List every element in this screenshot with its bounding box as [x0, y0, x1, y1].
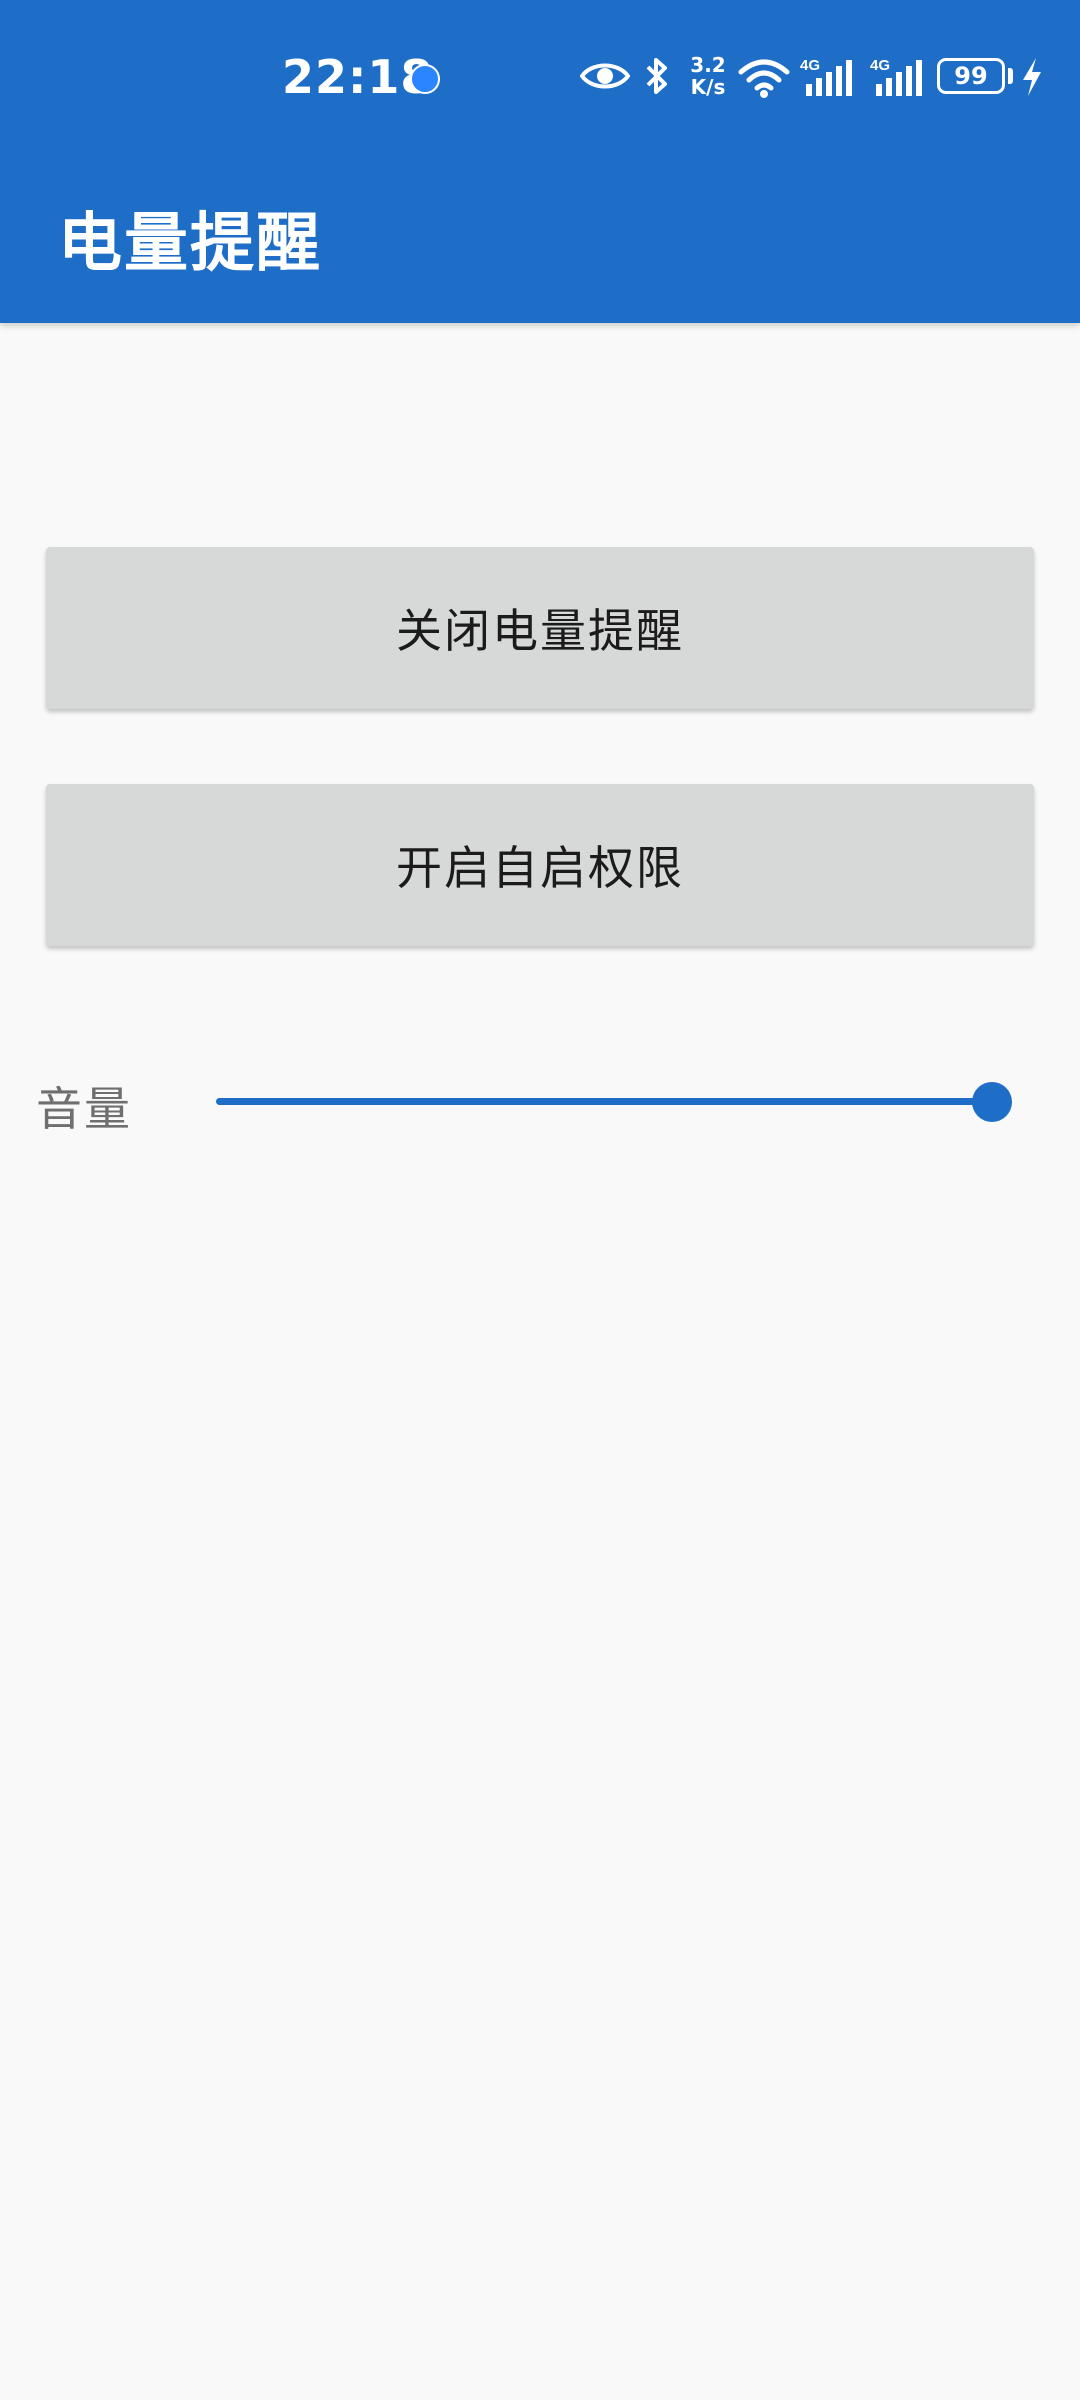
volume-slider[interactable]	[216, 1072, 1012, 1132]
network-speed-unit: K/s	[690, 75, 726, 99]
battery-icon: 99	[937, 58, 1005, 94]
page-title: 电量提醒	[58, 207, 322, 281]
charging-icon	[1023, 58, 1041, 96]
notification-bolt-icon	[410, 64, 440, 94]
eye-icon	[580, 63, 630, 89]
network-speed: 3.2 K/s	[686, 54, 730, 98]
disable-battery-reminder-button[interactable]: 关闭电量提醒	[46, 547, 1034, 709]
battery-level: 99	[954, 62, 988, 90]
signal-icon: 4G	[800, 57, 852, 96]
status-bar: 22:18 3.2 K/s 4G 4G 99	[0, 0, 1080, 160]
enable-autostart-permission-button[interactable]: 开启自启权限	[46, 784, 1034, 946]
wifi-icon	[738, 59, 790, 98]
top-app-bar: 22:18 3.2 K/s 4G 4G 99 电量提醒	[0, 0, 1080, 323]
app-root: 22:18 3.2 K/s 4G 4G 99 电量提醒 关闭电量提醒 开启自启权…	[0, 0, 1080, 2400]
slider-thumb[interactable]	[972, 1082, 1012, 1122]
signal2-label: 4G	[870, 57, 890, 74]
network-speed-value: 3.2	[690, 53, 726, 77]
slider-track-fill	[216, 1098, 992, 1105]
bluetooth-icon	[646, 58, 667, 94]
signal-icon: 4G	[870, 57, 922, 96]
signal1-label: 4G	[800, 57, 820, 74]
volume-label: 音量	[36, 1082, 132, 1136]
battery-cap	[1008, 68, 1013, 84]
